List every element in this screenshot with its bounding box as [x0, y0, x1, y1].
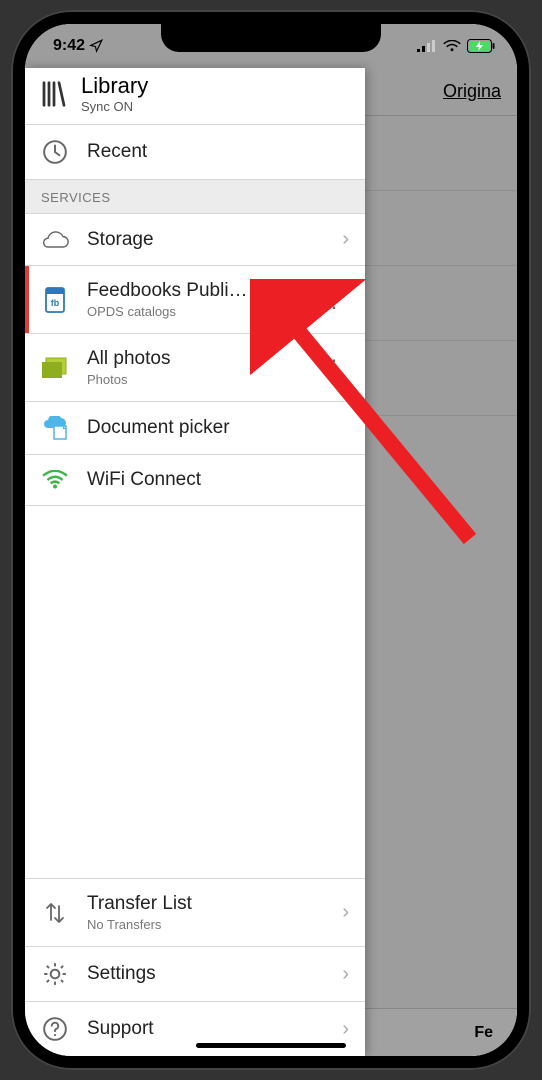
chevron-right-icon: › — [342, 901, 349, 924]
sidebar-item-transfer[interactable]: Transfer List No Transfers › — [25, 879, 365, 947]
more-icon[interactable]: ⋮ — [319, 355, 349, 381]
notch — [161, 24, 381, 52]
battery-charging-icon — [467, 39, 495, 53]
sidebar-item-document-picker[interactable]: Document picker — [25, 402, 365, 455]
sidebar-item-settings[interactable]: Settings › — [25, 947, 365, 1002]
chevron-right-icon: › — [342, 963, 349, 986]
sidebar-item-recent[interactable]: Recent — [25, 125, 365, 180]
chevron-right-icon: › — [342, 228, 349, 251]
location-icon — [89, 39, 103, 53]
more-icon[interactable]: ⋮ — [319, 287, 349, 313]
feedbooks-icon: fb — [42, 286, 68, 314]
svg-text:fb: fb — [51, 298, 60, 308]
sidebar-item-wifi[interactable]: WiFi Connect — [25, 455, 365, 506]
sidebar-item-storage[interactable]: Storage › — [25, 214, 365, 266]
sidebar-drawer: Library Sync ON Recent SERVICES Storage … — [25, 68, 365, 1056]
status-time: 9:42 — [53, 37, 85, 55]
drawer-subtitle: Sync ON — [81, 100, 148, 114]
help-icon — [42, 1016, 68, 1042]
gear-icon — [42, 961, 68, 987]
transfer-icon — [43, 900, 67, 926]
signal-icon — [417, 40, 437, 52]
chevron-right-icon: › — [342, 1018, 349, 1041]
highlight-bar — [25, 266, 29, 333]
photos-icon — [41, 357, 69, 379]
clock-icon — [42, 139, 68, 165]
drawer-title: Library — [81, 74, 148, 98]
wifi-icon — [443, 40, 461, 52]
services-header: SERVICES — [25, 180, 365, 214]
sidebar-item-photos[interactable]: All photos Photos ⋮ — [25, 334, 365, 402]
library-icon — [39, 79, 69, 109]
home-indicator[interactable] — [196, 1043, 346, 1048]
wifi-icon — [42, 470, 68, 490]
sidebar-item-feedbooks[interactable]: fb Feedbooks Publi… OPDS catalogs ⋮ — [25, 266, 365, 334]
cloud-document-icon — [41, 416, 69, 440]
cloud-icon — [41, 230, 69, 250]
drawer-header[interactable]: Library Sync ON — [25, 68, 365, 125]
